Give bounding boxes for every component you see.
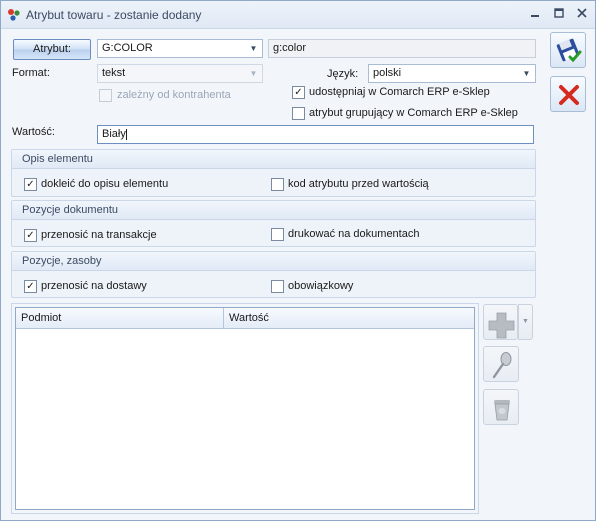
values-grid-panel: Podmiot Wartość	[11, 303, 479, 514]
save-button[interactable]	[550, 32, 586, 68]
attribute-name-field: g:color	[268, 39, 536, 58]
close-icon[interactable]	[572, 5, 592, 23]
grid-header: Podmiot Wartość	[16, 308, 474, 329]
stock-mandatory-checkbox[interactable]	[271, 280, 284, 293]
value-input-text: Biały	[102, 128, 126, 140]
window-title: Atrybut towaru - zostanie dodany	[26, 8, 202, 22]
language-dropdown[interactable]: polski ▼	[368, 64, 536, 83]
app-icon	[8, 9, 20, 21]
desc-append-label: dokleić do opisu elementu	[41, 178, 169, 190]
column-header-subject[interactable]: Podmiot	[21, 312, 61, 324]
text-caret	[125, 128, 127, 140]
add-dropdown-arrow[interactable]: ▼	[518, 304, 533, 340]
dependent-checkbox	[99, 89, 112, 102]
format-label: Format:	[12, 67, 50, 79]
title-bar: Atrybut towaru - zostanie dodany	[1, 1, 595, 29]
dialog-content: Atrybut: G:COLOR ▼ g:color Format: tekst…	[1, 30, 595, 520]
chevron-down-icon[interactable]: ▼	[520, 66, 533, 81]
section-stock: Pozycje, zasoby ✓ przenosić na dostawy o…	[11, 251, 536, 298]
chevron-down-icon[interactable]: ▼	[247, 41, 260, 56]
grouping-checkbox[interactable]	[292, 107, 305, 120]
section-document: Pozycje dokumentu ✓ przenosić na transak…	[11, 200, 536, 247]
column-separator[interactable]	[223, 308, 224, 329]
desc-code-before-checkbox[interactable]	[271, 178, 284, 191]
minimize-icon[interactable]	[525, 5, 545, 23]
section-description-header: Opis elementu	[12, 150, 535, 169]
share-eshop-label: udostępniaj w Comarch ERP e-Sklep	[309, 86, 490, 98]
desc-append-checkbox[interactable]: ✓	[24, 178, 37, 191]
stock-transfer-checkbox[interactable]: ✓	[24, 280, 37, 293]
share-eshop-checkbox[interactable]: ✓	[292, 86, 305, 99]
maximize-icon[interactable]	[549, 5, 569, 23]
cancel-button[interactable]	[550, 76, 586, 112]
dialog-window: Atrybut towaru - zostanie dodany Atrybut…	[0, 0, 596, 521]
doc-transfer-label: przenosić na transakcje	[41, 229, 157, 241]
attribute-code-dropdown[interactable]: G:COLOR ▼	[97, 39, 263, 58]
add-button[interactable]	[483, 304, 518, 340]
doc-print-checkbox[interactable]	[271, 228, 284, 241]
grouping-label: atrybut grupujący w Comarch ERP e-Sklep	[309, 107, 518, 119]
section-document-header: Pozycje dokumentu	[12, 201, 535, 220]
trash-bin-icon	[494, 400, 510, 421]
attribute-name-value: g:color	[273, 42, 307, 54]
format-dropdown: tekst ▼	[97, 64, 263, 83]
language-value: polski	[373, 67, 402, 79]
doc-transfer-checkbox[interactable]: ✓	[24, 229, 37, 242]
section-description-title: Opis elementu	[22, 153, 93, 165]
save-floppy-check-icon	[556, 38, 582, 63]
section-stock-header: Pozycje, zasoby	[12, 252, 535, 271]
spoon-magnifier-icon	[492, 352, 512, 379]
edit-button[interactable]	[483, 346, 519, 382]
value-label: Wartość:	[12, 126, 55, 138]
language-label: Język:	[327, 68, 359, 80]
dependent-label: zależny od kontrahenta	[117, 89, 231, 101]
value-input[interactable]: Biały	[97, 125, 534, 144]
values-grid[interactable]: Podmiot Wartość	[15, 307, 475, 510]
chevron-down-icon: ▼	[249, 69, 258, 78]
column-header-value[interactable]: Wartość	[229, 312, 269, 324]
attribute-code-value: G:COLOR	[102, 42, 153, 54]
doc-print-label: drukować na dokumentach	[288, 228, 420, 240]
attribute-button[interactable]: Atrybut:	[13, 39, 91, 60]
section-description: Opis elementu ✓ dokleić do opisu element…	[11, 149, 536, 197]
stock-mandatory-label: obowiązkowy	[288, 280, 354, 292]
section-document-title: Pozycje dokumentu	[22, 204, 118, 216]
stock-transfer-label: przenosić na dostawy	[41, 280, 147, 292]
desc-code-before-label: kod atrybutu przed wartością	[288, 178, 429, 190]
format-value: tekst	[102, 67, 126, 79]
red-x-icon	[559, 85, 579, 105]
delete-button[interactable]	[483, 389, 519, 425]
section-stock-title: Pozycje, zasoby	[22, 255, 102, 267]
plus-icon	[488, 312, 515, 339]
